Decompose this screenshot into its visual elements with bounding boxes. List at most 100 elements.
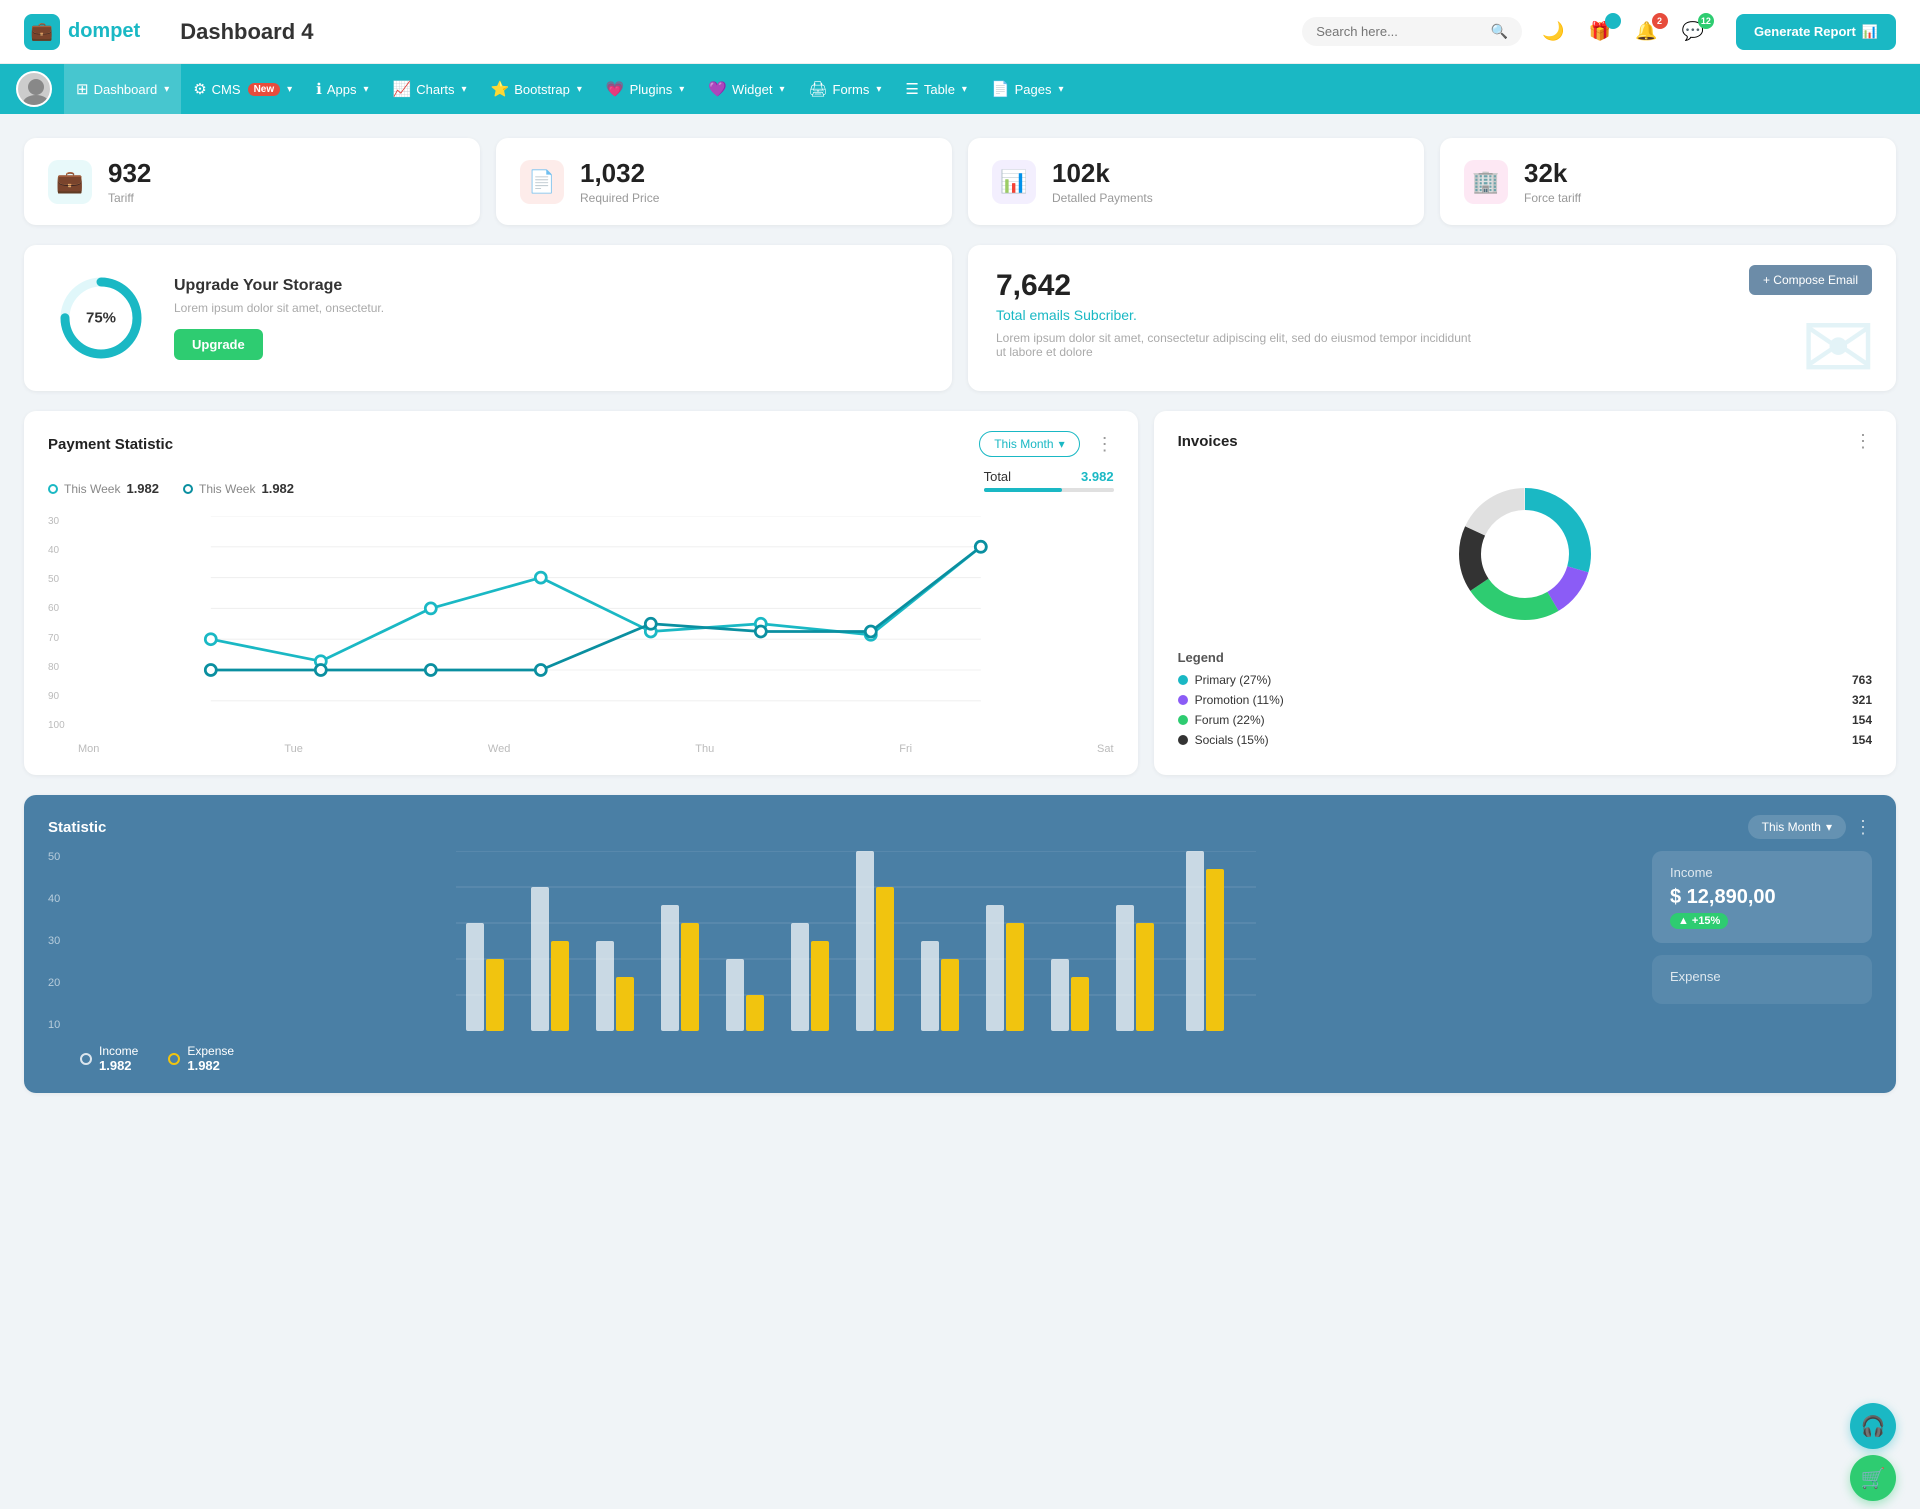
invoices-more-button[interactable]: ⋮ [1854,431,1872,452]
force-tariff-label: Force tariff [1524,191,1581,205]
apps-nav-label: Apps [327,82,357,97]
email-subtitle: Total emails Subcriber. [996,307,1868,323]
upgrade-button[interactable]: Upgrade [174,329,263,360]
legend-dot-week1 [48,484,58,494]
storage-info: Upgrade Your Storage Lorem ipsum dolor s… [174,277,384,360]
pages-nav-label: Pages [1015,82,1052,97]
plugins-nav-label: Plugins [630,82,673,97]
legend-item-week1: This Week 1.982 [48,469,159,508]
income-panel-value: $ 12,890,00 [1670,886,1854,909]
support-icon: 🎧 [1861,1414,1886,1439]
sidebar-item-charts[interactable]: 📈 Charts ▾ [381,64,479,114]
generate-report-button[interactable]: Generate Report 📊 [1736,14,1896,50]
sidebar-item-dashboard[interactable]: ⊞ Dashboard ▾ [64,64,181,114]
chat-button[interactable]: 💬 12 [1678,17,1708,46]
socials-value: 154 [1852,733,1872,747]
payment-total-section: Total 3.982 [984,469,1114,508]
statistic-body: 50 40 30 20 10 [48,851,1872,1073]
tariff-label: Tariff [108,191,151,205]
invoice-legend-row-socials: Socials (15%) 154 [1178,733,1872,747]
required-price-icon: 📄 [520,160,564,204]
payment-svg [78,516,1114,736]
bell-badge: 2 [1652,13,1668,29]
promotion-dot [1178,695,1188,705]
stat-card-required-price: 📄 1,032 Required Price [496,138,952,225]
chat-badge: 12 [1698,13,1714,29]
socials-dot [1178,735,1188,745]
payment-total-row: Total 3.982 [984,469,1114,484]
x-label-wed: Wed [488,743,510,755]
dashboard-nav-label: Dashboard [94,82,158,97]
main-content: 💼 932 Tariff 📄 1,032 Required Price 📊 10… [0,114,1920,1117]
force-tariff-icon: 🏢 [1464,160,1508,204]
forum-label: Forum (22%) [1195,713,1265,727]
forms-nav-label: Forms [833,82,870,97]
x-label-tue: Tue [284,743,303,755]
income-badge: ▲ +15% [1670,913,1728,929]
search-input[interactable] [1316,24,1483,39]
payments-value: 102k [1052,158,1153,189]
email-count: 7,642 [996,269,1868,303]
statistic-controls: This Month ▾ ⋮ [1748,815,1872,839]
compose-email-button[interactable]: + Compose Email [1749,265,1872,295]
payment-controls: This Month ▾ ⋮ [979,431,1113,457]
search-box: 🔍 [1302,17,1522,46]
email-desc: Lorem ipsum dolor sit amet, consectetur … [996,331,1476,359]
page-title: Dashboard 4 [180,19,313,45]
sidebar-item-widget[interactable]: 💜 Widget ▾ [696,64,796,114]
primary-label: Primary (27%) [1195,673,1272,687]
invoices-card-header: Invoices ⋮ [1178,431,1872,452]
invoices-card: Invoices ⋮ Legend [1154,411,1896,775]
apps-nav-icon: ℹ [316,80,322,98]
bootstrap-nav-icon: ⭐ [491,80,510,98]
statistic-header: Statistic This Month ▾ ⋮ [48,815,1872,839]
payments-icon: 📊 [992,160,1036,204]
table-nav-icon: ☰ [905,80,918,98]
total-label: Total [984,469,1011,484]
legend-label-week2: This Week [199,482,255,496]
email-envelope-icon: ✉ [1801,296,1876,391]
sidebar-item-apps[interactable]: ℹ Apps ▾ [304,64,380,114]
payment-legend-row: This Week 1.982 This Week 1.982 Total 3.… [48,469,1114,508]
promotion-value: 321 [1852,693,1872,707]
legend-item-week2: This Week 1.982 [183,469,294,508]
sidebar-item-pages[interactable]: 📄 Pages ▾ [979,64,1076,114]
charts-nav-label: Charts [416,82,454,97]
sidebar-item-bootstrap[interactable]: ⭐ Bootstrap ▾ [479,64,594,114]
fab-cart-button[interactable]: 🛒 [1850,1455,1896,1501]
email-card: + Compose Email 7,642 Total emails Subcr… [968,245,1896,391]
storage-card: 75% Upgrade Your Storage Lorem ipsum dol… [24,245,952,391]
sidebar-item-forms[interactable]: 🖨 Forms ▾ [796,64,893,114]
storage-circle-chart: 75% [56,273,146,363]
stat-info-force-tariff: 32k Force tariff [1524,158,1581,205]
total-bar-fill [984,488,1062,492]
income-detail-card: Income $ 12,890,00 ▲ +15% [1652,851,1872,943]
sidebar-item-plugins[interactable]: 💗 Plugins ▾ [594,64,696,114]
payment-more-button[interactable]: ⋮ [1096,434,1114,455]
search-icon: 🔍 [1491,23,1508,40]
promotion-label: Promotion (11%) [1195,693,1284,707]
sidebar-item-cms[interactable]: ⚙ CMS New ▾ [181,64,304,114]
charts-row: Payment Statistic This Month ▾ ⋮ This We… [24,411,1896,775]
fab-support-button[interactable]: 🎧 [1850,1403,1896,1449]
logo-text: dompet [68,20,140,43]
statistic-more-button[interactable]: ⋮ [1854,817,1872,838]
payment-filter-button[interactable]: This Month ▾ [979,431,1079,457]
legend-val-week1: 1.982 [126,481,159,496]
moon-button[interactable]: 🌙 [1538,17,1568,46]
bell-button[interactable]: 🔔 2 [1631,17,1661,46]
dashboard-nav-icon: ⊞ [76,80,89,98]
statistic-card: Statistic This Month ▾ ⋮ 50 40 30 20 10 [24,795,1896,1093]
cms-nav-label: CMS [212,82,241,97]
legend-dot-week2 [183,484,193,494]
sidebar-item-table[interactable]: ☰ Table ▾ [893,64,979,114]
forms-nav-icon: 🖨 [808,80,827,98]
expense-legend-val: 1.982 [187,1058,234,1073]
bootstrap-nav-label: Bootstrap [514,82,570,97]
force-tariff-value: 32k [1524,158,1581,189]
gift-button[interactable]: 🎁 [1585,17,1615,46]
primary-dot [1178,675,1188,685]
charts-nav-icon: 📈 [393,80,412,98]
income-legend-val: 1.982 [99,1058,138,1073]
statistic-filter-button[interactable]: This Month ▾ [1748,815,1846,839]
